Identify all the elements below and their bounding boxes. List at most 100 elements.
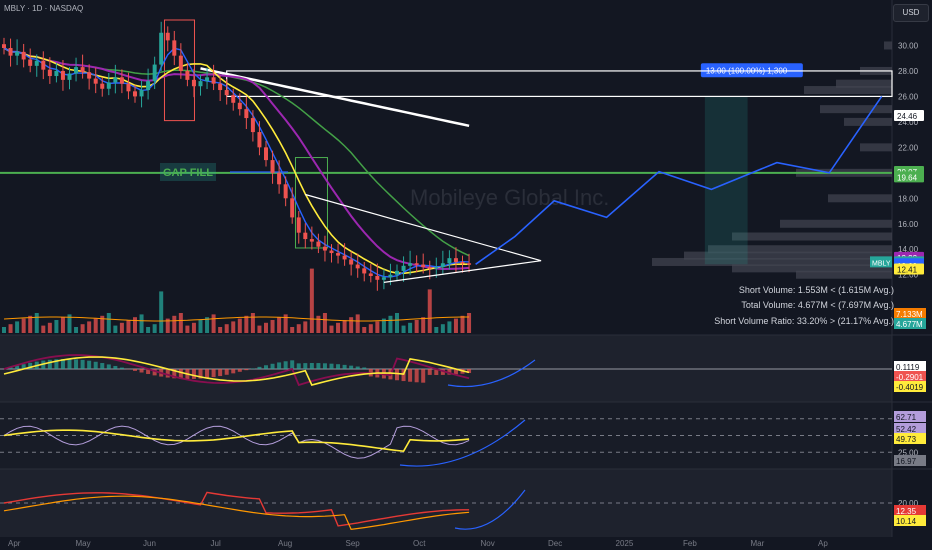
volume-bar — [152, 324, 157, 333]
macd-histogram-bar — [211, 369, 216, 378]
candle-body — [322, 246, 327, 251]
volume-profile-bar — [844, 117, 892, 126]
macd-label: -0.4019 — [896, 383, 924, 392]
candle-body — [427, 267, 432, 269]
candle-body — [41, 60, 46, 70]
volume-bar — [185, 325, 190, 333]
macd-histogram-bar — [47, 359, 52, 369]
macd-histogram-bar — [349, 365, 354, 369]
price-label: 24.46 — [897, 112, 918, 121]
macd-histogram-bar — [427, 369, 432, 375]
volume-bar — [139, 314, 144, 333]
macd-histogram-bar — [414, 369, 419, 383]
macd-histogram-bar — [322, 363, 327, 369]
candle-body — [329, 250, 334, 254]
x-tick-label: 2025 — [616, 539, 634, 548]
macd-label: -0.2901 — [896, 373, 924, 382]
trading-chart[interactable]: Mobileye Global Inc.30.0028.0026.0024.00… — [0, 0, 932, 550]
candle-body — [467, 263, 472, 265]
volume-bar — [60, 317, 65, 333]
candle-body — [368, 273, 373, 276]
volume-bar — [322, 313, 327, 333]
macd-histogram-bar — [270, 363, 275, 369]
candle-body — [178, 55, 183, 71]
volume-bar — [231, 321, 236, 333]
volume-bar — [211, 314, 216, 333]
candle-body — [283, 184, 288, 199]
volume-bar — [191, 322, 196, 333]
macd-histogram-bar — [342, 364, 347, 369]
macd-histogram-bar — [355, 366, 360, 369]
x-tick-label: Apr — [8, 539, 21, 548]
volume-bar — [250, 313, 255, 333]
candle-body — [139, 90, 144, 97]
candle-body — [460, 261, 465, 264]
candle-body — [165, 32, 170, 41]
volume-bar — [2, 327, 6, 333]
volume-bar — [336, 322, 341, 333]
volume-bar — [277, 317, 282, 333]
candle-body — [47, 69, 52, 77]
candle-body — [264, 147, 268, 161]
volume-bar — [159, 291, 164, 333]
x-tick-label: Ap — [818, 539, 828, 548]
symbol-title: MBLY · 1D · NASDAQ — [4, 4, 84, 13]
price-tick-label: 28.00 — [898, 67, 919, 76]
gap-fill-label: GAP FILL — [163, 167, 213, 179]
candle-body — [395, 270, 399, 275]
volume-bar — [28, 315, 33, 333]
volume-bar — [421, 317, 426, 333]
volume-bar — [113, 325, 118, 333]
candle-body — [113, 77, 118, 83]
x-tick-label: Aug — [278, 539, 292, 548]
macd-histogram-bar — [244, 369, 249, 371]
rsi-pane-bg — [0, 402, 892, 469]
macd-histogram-bar — [205, 369, 210, 378]
volume-bar — [198, 320, 203, 333]
volume-bar — [172, 315, 177, 333]
rsi-label: 62.71 — [896, 413, 917, 422]
currency-button[interactable]: USD — [893, 4, 929, 22]
x-tick-label: Mar — [751, 539, 765, 548]
candle-body — [453, 258, 458, 262]
candle-body — [211, 77, 216, 84]
volume-label: 7.133M — [896, 310, 923, 319]
candle-body — [224, 90, 229, 96]
candle-body — [381, 277, 386, 280]
adx-label: 12.35 — [896, 507, 917, 516]
volume-bar — [119, 322, 124, 333]
x-tick-label: Dec — [548, 539, 562, 548]
volume-bar — [264, 322, 268, 333]
volume-bar — [257, 325, 262, 333]
adx-label: 10.14 — [896, 517, 917, 526]
volume-bar — [41, 325, 46, 333]
candle-body — [2, 44, 6, 49]
volume-bar — [447, 321, 452, 333]
macd-histogram-bar — [283, 361, 288, 369]
candle-body — [67, 73, 72, 80]
candle-body — [349, 259, 354, 265]
volume-bar — [395, 313, 399, 333]
volume-bar — [303, 321, 308, 333]
macd-histogram-bar — [67, 359, 72, 369]
volume-bar — [296, 324, 301, 333]
target-box — [704, 96, 748, 265]
candle-body — [309, 239, 314, 242]
volume-bar — [237, 318, 242, 333]
candle-body — [362, 268, 367, 274]
macd-histogram-bar — [329, 363, 334, 369]
macd-histogram-bar — [257, 366, 262, 369]
candle-body — [28, 59, 33, 66]
adx-pane-bg — [0, 469, 892, 537]
candle-body — [74, 67, 79, 74]
candle-body — [80, 67, 85, 73]
volume-bar — [218, 327, 223, 333]
volume-bar — [453, 318, 458, 333]
macd-histogram-bar — [408, 369, 413, 382]
volume-bar — [126, 320, 131, 333]
x-tick-label: Oct — [413, 539, 426, 548]
candle-body — [237, 102, 242, 110]
x-tick-label: Feb — [683, 539, 697, 548]
volume-bar — [87, 321, 92, 333]
candle-body — [270, 160, 275, 173]
